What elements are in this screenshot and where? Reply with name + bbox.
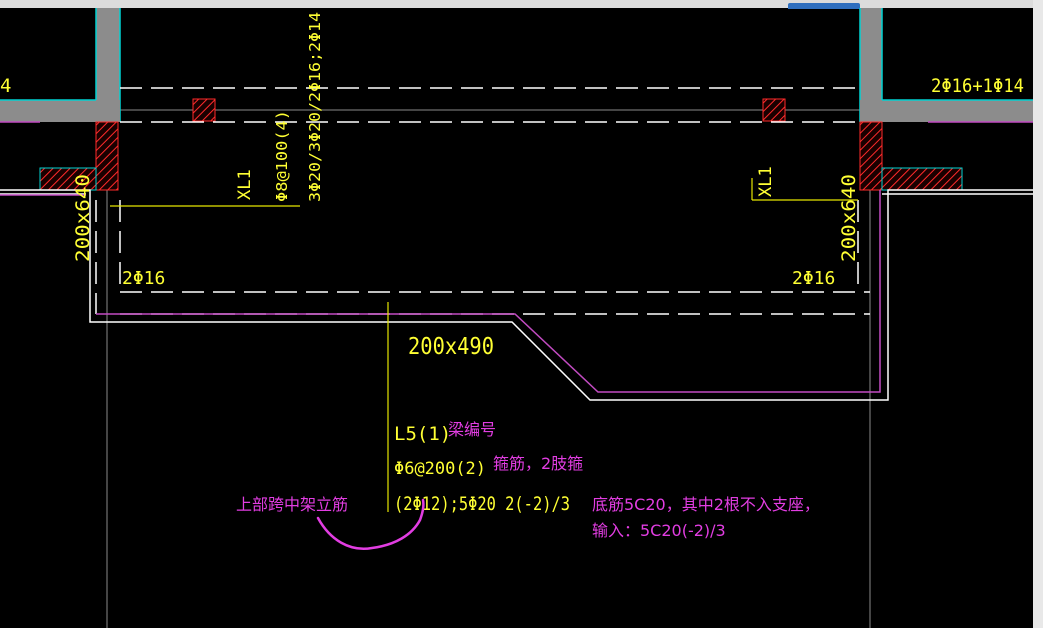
- cad-drawing[interactable]: 4 2Φ16+1Φ14 200x640 200x640 XL1 XL1 Φ8@1…: [0, 0, 1043, 628]
- beam-outline: [0, 189, 1033, 401]
- right-column-size-text: 200x640: [838, 174, 860, 262]
- stirrup-note: 箍筋，2肢箍: [493, 454, 583, 473]
- stirrup-vertical-text: Φ8@100(4): [273, 110, 291, 202]
- beam-name-left-text: XL1: [235, 169, 255, 200]
- top-bars-vertical-text: 3Φ20/3Φ20/2Φ16;2Φ14: [306, 12, 324, 202]
- hatched-columns: [39, 98, 963, 191]
- bottom-bar-note-line2: 输入：5C20(-2)/3: [592, 521, 726, 540]
- top-walls: [0, 8, 1033, 123]
- app-logo-partial: [85, 0, 275, 8]
- dashed-beam-lines: [95, 87, 870, 315]
- bottom-left-rebar-text: 2Φ16: [122, 268, 165, 289]
- left-column-size-text: 200x640: [72, 174, 94, 262]
- leader-stirrup-text: Φ6@200(2): [394, 459, 486, 479]
- top-right-rebar-text: 2Φ16+1Φ14: [931, 75, 1024, 97]
- top-left-rebar-text: 4: [0, 75, 11, 97]
- cad-canvas-area[interactable]: 4 2Φ16+1Φ14 200x640 200x640 XL1 XL1 Φ8@1…: [0, 0, 1043, 628]
- bottom-right-rebar-text: 2Φ16: [792, 268, 835, 289]
- leader-beam-id-text: L5(1): [394, 423, 451, 445]
- beam-name-right-text: XL1: [756, 166, 776, 197]
- beam-section-text: 200x490: [408, 334, 494, 360]
- leader-reinforcement-text: (2Φ12);5Φ20 2(-2)/3: [394, 493, 570, 515]
- erection-bar-note: 上部跨中架立筋: [236, 495, 348, 514]
- bottom-bar-note-line1: 底筋5C20，其中2根不入支座，: [592, 495, 820, 514]
- beam-id-note: 梁编号: [448, 420, 496, 439]
